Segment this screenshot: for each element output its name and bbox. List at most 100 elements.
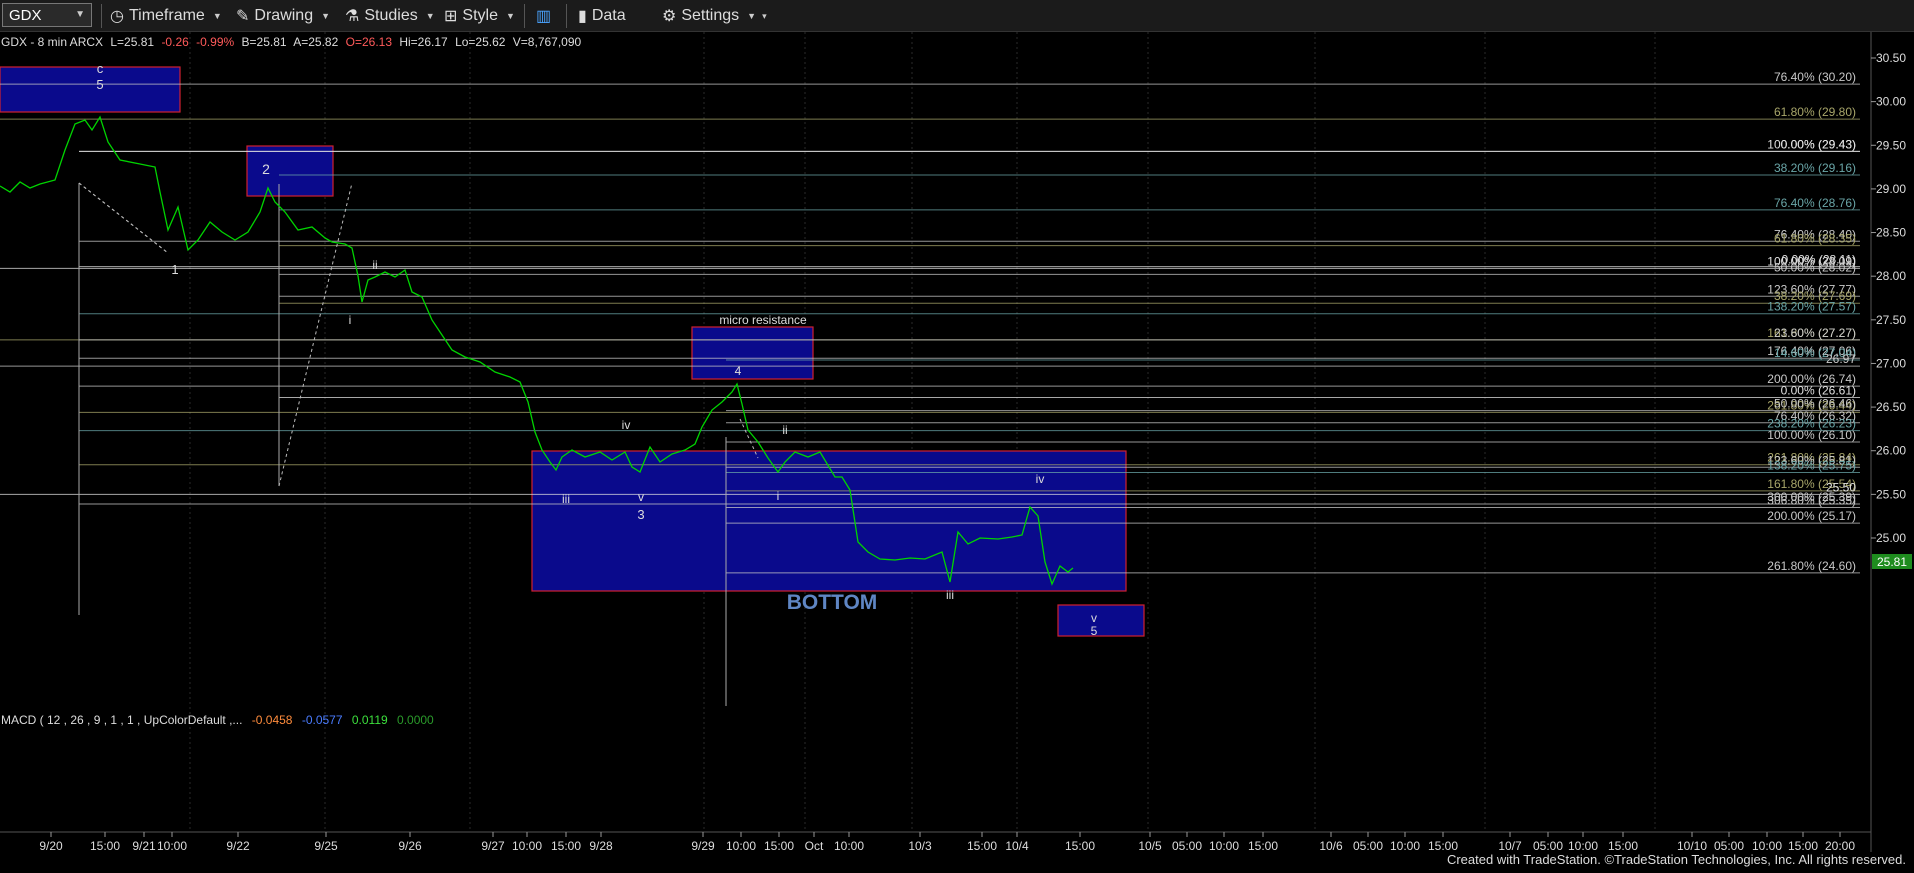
time-tick-label: 9/27 — [481, 839, 505, 853]
flask-icon: ⚗ — [345, 8, 360, 25]
time-tick-label: 05:00 — [1353, 839, 1383, 853]
style-icon: ⊞ — [444, 8, 458, 25]
time-tick-label: 9/28 — [589, 839, 613, 853]
time-tick-label: 15:00 — [1428, 839, 1458, 853]
fib-level-label: 100.00% (26.10) — [1767, 428, 1856, 442]
wave-ii-label: ii — [372, 258, 377, 272]
studies-menu[interactable]: ⚗ Studies ▼ — [345, 5, 435, 27]
chevron-down-icon: ▼ — [505, 11, 515, 21]
time-tick-label: 15:00 — [1788, 839, 1818, 853]
bottom-label: BOTTOM — [787, 591, 878, 614]
drawing-label: Drawing — [254, 7, 314, 24]
time-tick-label: 20:00 — [1825, 839, 1855, 853]
settings-label: Settings — [681, 7, 740, 24]
fib-level-label: 61.80% (28.35) — [1774, 232, 1856, 246]
wave-3-label: 3 — [637, 507, 644, 522]
toolbar-divider — [524, 4, 525, 28]
wave-4-label: 4 — [735, 364, 742, 378]
panel-toggle-icon: ▥ — [536, 8, 552, 25]
time-tick-label: 10:00 — [1390, 839, 1420, 853]
time-tick-label: 15:00 — [1065, 839, 1095, 853]
wave-iii-label: iii — [562, 492, 570, 506]
wave-v-label: v — [638, 490, 644, 504]
style-label: Style — [462, 7, 498, 24]
swing-line — [78, 182, 169, 254]
data-menu[interactable]: ▮ Data — [578, 5, 626, 27]
fib-level-label: 76.40% (28.76) — [1774, 196, 1856, 210]
footer-credit: Created with TradeStation. ©TradeStation… — [1446, 852, 1906, 867]
fib-level-label: 23.60% (27.27) — [1774, 326, 1856, 340]
chevron-down-icon: ▼ — [212, 11, 222, 21]
panel-toggle-button[interactable]: ▥ — [536, 5, 556, 27]
chevron-down-icon: ▼ — [75, 9, 85, 20]
macd-header: MACD ( 12 , 26 , 9 , 1 , 1 , UpColorDefa… — [1, 713, 434, 727]
wave-iii-label: iii — [946, 588, 954, 602]
toolbar-divider — [566, 4, 567, 28]
wave-ii-label: ii — [782, 423, 787, 437]
time-tick-label: 10/10 — [1677, 839, 1707, 853]
wave-c-box — [0, 66, 181, 113]
fib-level-label: 0.00% (29.43) — [1781, 137, 1856, 151]
fib-level-label: 200.00% (25.17) — [1767, 509, 1856, 523]
time-tick-label: 9/25 — [314, 839, 338, 853]
time-tick-label: 10/7 — [1498, 839, 1522, 853]
last-price-value: 25.81 — [1877, 555, 1907, 569]
symbol-value: GDX — [9, 7, 42, 24]
time-tick-label: 05:00 — [1533, 839, 1563, 853]
time-tick-label: 10/4 — [1005, 839, 1029, 853]
price-tick-label: 26.00 — [1876, 444, 1906, 458]
price-tick-label: 26.50 — [1876, 400, 1906, 414]
time-tick-label: 10/6 — [1319, 839, 1343, 853]
wave-2-label: 2 — [262, 161, 270, 177]
wave-v-box-label: v — [1091, 611, 1097, 625]
timeframe-menu[interactable]: ◷ Timeframe ▼ — [110, 5, 222, 27]
time-tick-label: 10:00 — [1209, 839, 1239, 853]
time-tick-label: 15:00 — [90, 839, 120, 853]
timeframe-label: Timeframe — [128, 7, 205, 24]
time-tick-label: 15:00 — [1248, 839, 1278, 853]
fib-level-label: 0.00% (26.61) — [1781, 383, 1856, 397]
gear-icon: ⚙ — [662, 8, 677, 25]
wave-c-5-label: 5 — [96, 77, 103, 92]
price-tick-label: 28.00 — [1876, 269, 1906, 283]
fib-level-label: 38.20% (29.16) — [1774, 161, 1856, 175]
fib-level-label: 26.97 — [1826, 352, 1856, 366]
wave-v-5-label: 5 — [1091, 624, 1098, 638]
chevron-down-icon: ▼ — [321, 11, 331, 21]
price-tick-label: 27.00 — [1876, 356, 1906, 370]
time-tick-label: 05:00 — [1172, 839, 1202, 853]
fib-level-label: 76.40% (30.20) — [1774, 70, 1856, 84]
swing-line — [278, 182, 353, 487]
time-tick-label: 15:00 — [551, 839, 581, 853]
time-tick-label: 15:00 — [764, 839, 794, 853]
wave-i-label: i — [349, 313, 352, 327]
time-tick-label: 9/29 — [691, 839, 715, 853]
wave-i-label: i — [777, 489, 780, 503]
settings-menu[interactable]: ⚙ Settings ▼ ▾ — [662, 5, 767, 27]
fib-level-label: 306.80% (25.35) — [1767, 493, 1856, 507]
time-tick-label: 10:00 — [834, 839, 864, 853]
price-tick-label: 30.50 — [1876, 51, 1906, 65]
clock-icon: ◷ — [110, 8, 124, 25]
fib-level-label: 138.20% (25.75) — [1767, 459, 1856, 473]
time-tick-label: 05:00 — [1714, 839, 1744, 853]
time-tick-label: 10:00 — [157, 839, 187, 853]
micro-resistance-box — [691, 326, 814, 380]
time-tick-label: 9/21 — [132, 839, 156, 853]
wave-v-box — [1057, 604, 1145, 637]
micro-resistance-label: micro resistance — [719, 313, 807, 327]
style-menu[interactable]: ⊞ Style ▼ — [444, 5, 515, 27]
price-chart[interactable]: 76.40% (30.20) 61.80% (29.80) 100.00% (29.… — [0, 32, 1914, 868]
time-tick-label: 9/22 — [226, 839, 250, 853]
time-tick-label: 10/5 — [1138, 839, 1162, 853]
instrument-header: GDX - 8 min ARCX L=25.81 -0.26 -0.99% B=… — [1, 35, 582, 49]
wave-iv-label: iv — [1036, 472, 1045, 486]
price-tick-label: 25.00 — [1876, 531, 1906, 545]
price-tick-label: 29.00 — [1876, 182, 1906, 196]
symbol-dropdown[interactable]: GDX ▼ — [2, 3, 92, 27]
bar-chart-icon: ▮ — [578, 8, 587, 25]
time-tick-label: 9/26 — [398, 839, 422, 853]
drawing-menu[interactable]: ✎ Drawing ▼ — [236, 5, 330, 27]
overflow-icon: ▾ — [762, 10, 767, 21]
wave-c-label: c — [97, 61, 104, 76]
